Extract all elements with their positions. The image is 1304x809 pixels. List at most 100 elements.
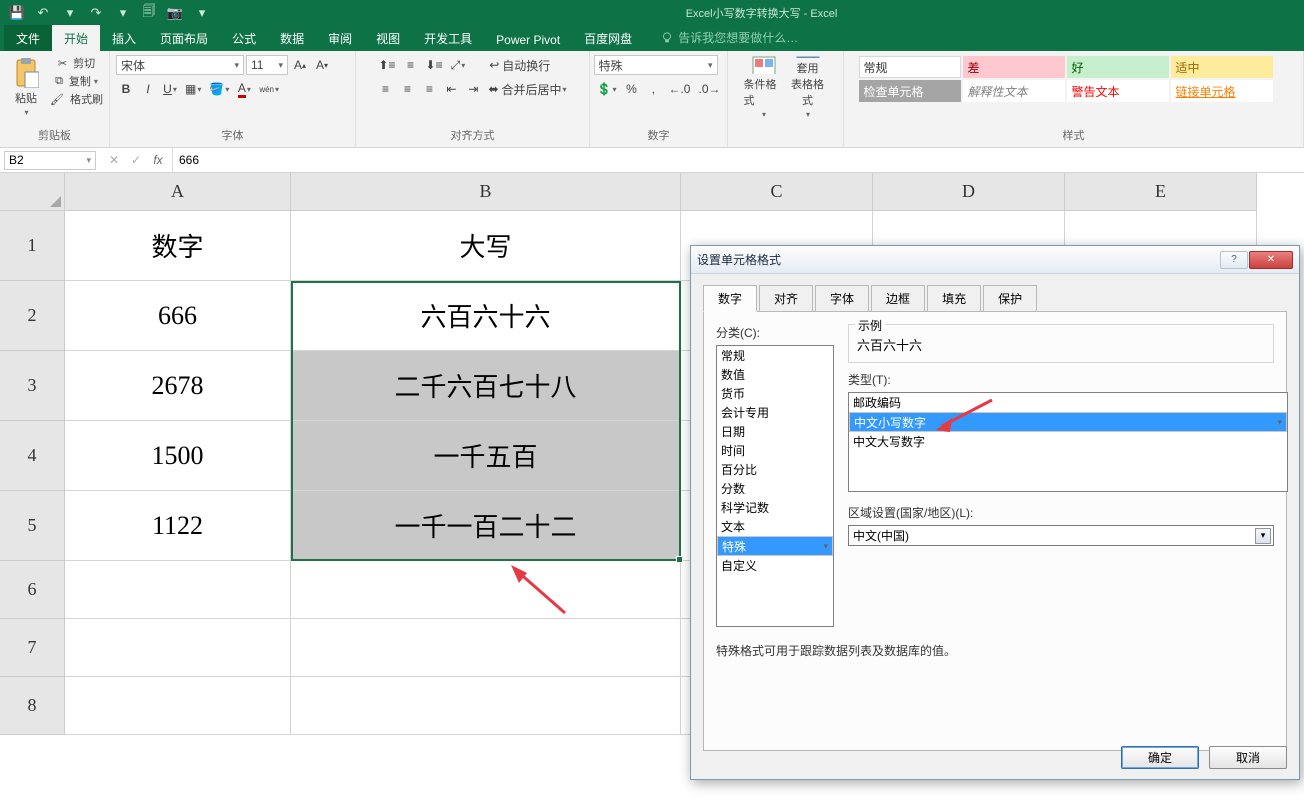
comma-button[interactable]: , [643, 79, 663, 99]
cell[interactable]: 一千五百 [291, 421, 681, 491]
col-header[interactable]: D [873, 173, 1065, 211]
col-header[interactable]: A [65, 173, 291, 211]
dec-dec-button[interactable]: .0→ [695, 79, 723, 99]
tab-layout[interactable]: 页面布局 [148, 25, 220, 51]
cell[interactable] [291, 561, 681, 619]
name-box[interactable]: B2 [4, 151, 96, 170]
font-size-select[interactable]: 11 [246, 55, 288, 75]
border-button[interactable]: ▦▾ [182, 79, 204, 99]
category-listbox[interactable]: 常规数值货币会计专用日期时间百分比分数科学记数文本特殊自定义 [716, 345, 834, 627]
style-cell[interactable]: 适中 [1171, 56, 1273, 78]
style-cell[interactable]: 检查单元格 [859, 80, 961, 102]
font-color-button[interactable]: A▾ [234, 79, 254, 99]
orientation-button[interactable]: ⤢▾ [448, 55, 469, 75]
redo-icon[interactable]: ↷ [85, 3, 107, 23]
tell-me[interactable]: 告诉我您想要做什么… [652, 24, 806, 51]
type-listbox[interactable]: 邮政编码中文小写数字中文大写数字 [848, 392, 1288, 492]
align-left-button[interactable]: ≡ [375, 79, 395, 99]
tab-insert[interactable]: 插入 [100, 25, 148, 51]
cut-button[interactable]: ✂剪切 [58, 55, 95, 71]
category-item[interactable]: 百分比 [717, 460, 833, 479]
type-item[interactable]: 邮政编码 [849, 393, 1287, 412]
row-header[interactable]: 3 [0, 351, 65, 421]
row-header[interactable]: 4 [0, 421, 65, 491]
cell[interactable]: 1122 [65, 491, 291, 561]
percent-button[interactable]: % [621, 79, 641, 99]
cell[interactable] [291, 619, 681, 677]
style-cell[interactable]: 链接单元格 [1171, 80, 1273, 102]
fx-icon[interactable]: fx [148, 153, 168, 167]
col-header[interactable]: C [681, 173, 873, 211]
shrink-font-button[interactable]: A▾ [312, 55, 332, 75]
grow-font-button[interactable]: A▴ [290, 55, 310, 75]
dialog-close-button[interactable]: ✕ [1249, 251, 1293, 269]
tab-data[interactable]: 数据 [268, 25, 316, 51]
cell[interactable]: 六百六十六 [291, 281, 681, 351]
cell[interactable] [65, 677, 291, 735]
cancel-entry-icon[interactable]: ✕ [104, 153, 124, 167]
font-name-select[interactable]: 宋体 [116, 55, 244, 75]
underline-button[interactable]: U▾ [160, 79, 180, 99]
cell[interactable]: 大写 [291, 211, 681, 281]
print-icon[interactable]: 🗐 [138, 3, 160, 23]
qat-customize-dd[interactable]: ▾ [191, 3, 213, 23]
currency-button[interactable]: 💲▾ [594, 79, 620, 99]
dialog-tab[interactable]: 边框 [871, 285, 925, 312]
select-all-corner[interactable] [0, 173, 65, 211]
category-item[interactable]: 分数 [717, 479, 833, 498]
tab-file[interactable]: 文件 [4, 25, 52, 51]
ok-button[interactable]: 确定 [1121, 746, 1199, 769]
phonetic-button[interactable]: wén▾ [256, 79, 282, 99]
inc-dec-button[interactable]: ←.0 [665, 79, 693, 99]
dialog-tab[interactable]: 保护 [983, 285, 1037, 312]
dialog-tab[interactable]: 填充 [927, 285, 981, 312]
copy-button[interactable]: ⧉复制▾ [55, 73, 98, 89]
category-item[interactable]: 数值 [717, 365, 833, 384]
camera-icon[interactable]: 📷 [164, 3, 186, 23]
tab-formula[interactable]: 公式 [220, 25, 268, 51]
category-item[interactable]: 货币 [717, 384, 833, 403]
fill-button[interactable]: 🪣▾ [206, 79, 232, 99]
dialog-tab[interactable]: 数字 [703, 285, 757, 312]
style-cell[interactable]: 好 [1067, 56, 1169, 78]
tab-review[interactable]: 审阅 [316, 25, 364, 51]
cell[interactable] [291, 677, 681, 735]
indent-button[interactable]: ⇥ [463, 79, 483, 99]
row-header[interactable]: 8 [0, 677, 65, 735]
align-right-button[interactable]: ≡ [419, 79, 439, 99]
cell[interactable]: 数字 [65, 211, 291, 281]
painter-button[interactable]: 🖌格式刷 [50, 91, 103, 107]
cell[interactable]: 一千一百二十二 [291, 491, 681, 561]
tab-dev[interactable]: 开发工具 [412, 25, 484, 51]
type-item[interactable]: 中文小写数字 [849, 412, 1287, 432]
align-center-button[interactable]: ≡ [397, 79, 417, 99]
category-item[interactable]: 科学记数 [717, 498, 833, 517]
paste-button[interactable]: 粘贴 ▾ [6, 55, 46, 119]
dialog-tab[interactable]: 字体 [815, 285, 869, 312]
dialog-titlebar[interactable]: 设置单元格格式 ? ✕ [691, 246, 1299, 274]
tab-home[interactable]: 开始 [52, 25, 100, 51]
cell[interactable] [65, 561, 291, 619]
cell-styles-gallery[interactable]: 常规差好适中检查单元格解释性文本警告文本链接单元格 [858, 55, 1290, 103]
cell[interactable]: 1500 [65, 421, 291, 491]
dialog-help-button[interactable]: ? [1220, 251, 1248, 269]
category-item[interactable]: 会计专用 [717, 403, 833, 422]
row-header[interactable]: 6 [0, 561, 65, 619]
dialog-tab[interactable]: 对齐 [759, 285, 813, 312]
tab-baidu[interactable]: 百度网盘 [572, 25, 644, 51]
outdent-button[interactable]: ⇤ [441, 79, 461, 99]
category-item[interactable]: 日期 [717, 422, 833, 441]
bold-button[interactable]: B [116, 79, 136, 99]
wrap-button[interactable]: ↩自动换行 [486, 55, 553, 75]
undo-icon[interactable]: ↶ [32, 3, 54, 23]
col-header[interactable]: B [291, 173, 681, 211]
undo-dd[interactable]: ▾ [59, 3, 81, 23]
cell[interactable] [65, 619, 291, 677]
cancel-button[interactable]: 取消 [1209, 746, 1287, 769]
category-item[interactable]: 特殊 [717, 536, 833, 556]
style-cell[interactable]: 解释性文本 [963, 80, 1065, 102]
row-header[interactable]: 7 [0, 619, 65, 677]
col-header[interactable]: E [1065, 173, 1257, 211]
redo-dd[interactable]: ▾ [112, 3, 134, 23]
locale-combo[interactable]: 中文(中国) ▾ [848, 525, 1274, 546]
